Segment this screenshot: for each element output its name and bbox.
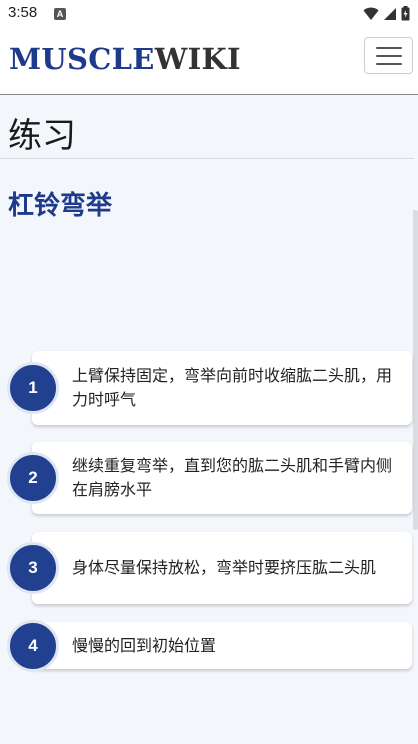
- step-card: 身体尽量保持放松，弯举时要挤压肱二头肌: [32, 532, 412, 604]
- step-card: 慢慢的回到初始位置: [32, 622, 412, 669]
- step-number-badge: 1: [7, 362, 59, 414]
- step-card: 上臂保持固定，弯举向前时收缩肱二头肌，用力时呼气: [32, 351, 412, 425]
- step-number-badge: 2: [7, 452, 59, 504]
- notification-a-icon: A: [54, 8, 66, 20]
- scrollbar[interactable]: [413, 210, 418, 530]
- signal-icon: [384, 7, 396, 20]
- section-title: 练习: [8, 116, 76, 156]
- wifi-icon: [363, 7, 379, 20]
- step-number-badge: 3: [7, 542, 59, 594]
- step-text: 继续重复弯举，直到您的肱二头肌和手臂内侧在肩膀水平: [72, 456, 393, 499]
- logo-text-wiki: WIKI: [154, 42, 241, 76]
- app-header: MUSCLEWIKI: [0, 28, 418, 95]
- status-time: 3:58: [8, 4, 38, 21]
- section-divider: [0, 158, 414, 159]
- step-text: 身体尽量保持放松，弯举时要挤压肱二头肌: [72, 558, 377, 577]
- step-text: 上臂保持固定，弯举向前时收缩肱二头肌，用力时呼气: [72, 366, 393, 409]
- step-text: 慢慢的回到初始位置: [72, 635, 217, 655]
- status-icons: [363, 6, 410, 21]
- battery-icon: [401, 6, 410, 21]
- logo-text-muscle: MUSCLE: [9, 42, 155, 76]
- step-number-badge: 4: [7, 620, 59, 672]
- hamburger-menu-button[interactable]: [364, 37, 413, 74]
- step-card: 继续重复弯举，直到您的肱二头肌和手臂内侧在肩膀水平: [32, 442, 412, 514]
- hamburger-menu-icon-bar: [375, 54, 402, 57]
- hamburger-menu-icon-bar: [375, 62, 402, 65]
- status-bar: 3:58 A: [0, 0, 418, 28]
- exercise-title: 杠铃弯举: [8, 191, 113, 221]
- musclewiki-logo[interactable]: MUSCLEWIKI: [9, 42, 241, 76]
- hamburger-menu-icon: [375, 46, 402, 49]
